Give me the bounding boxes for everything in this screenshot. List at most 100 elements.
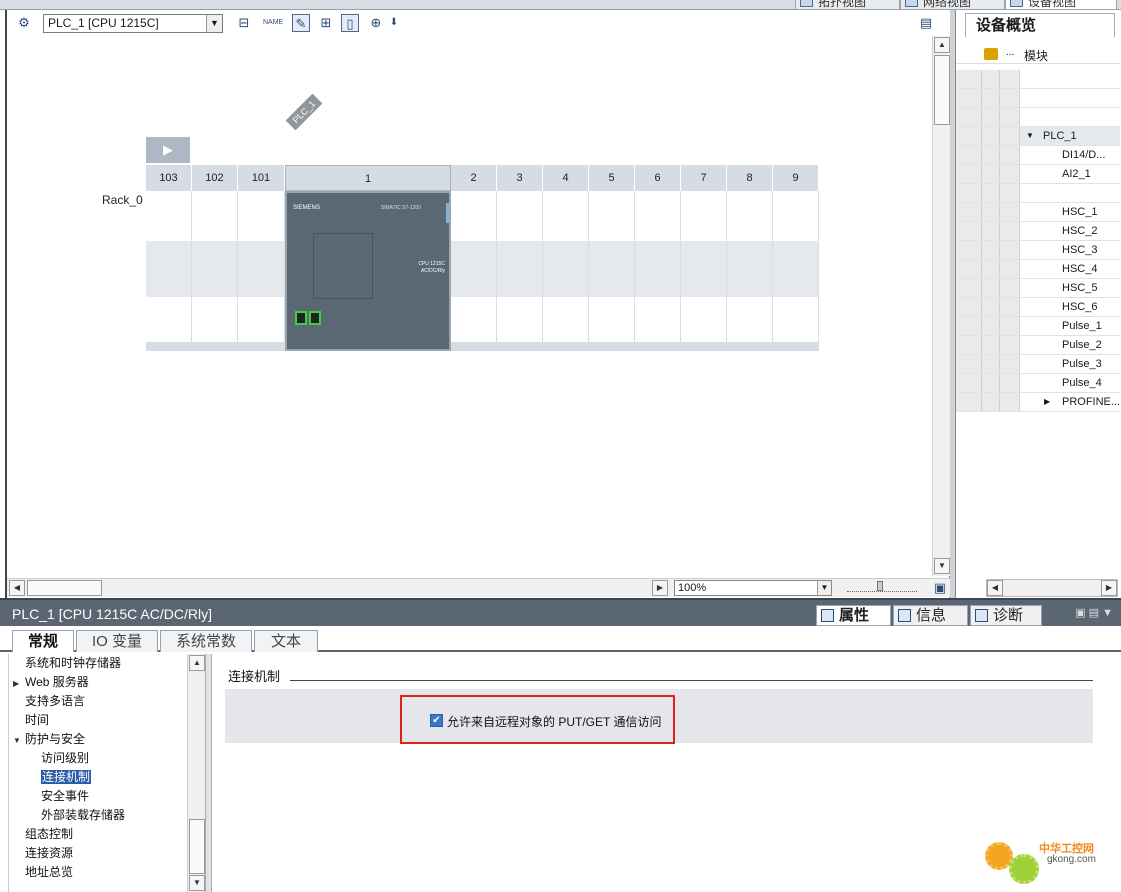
slot-header[interactable]: 9 bbox=[773, 165, 819, 191]
device-tree-icon[interactable]: ⚙ bbox=[15, 14, 33, 32]
tab-topology-view[interactable]: 拓扑视图 bbox=[795, 0, 900, 10]
scroll-thumb[interactable] bbox=[189, 819, 205, 874]
ethernet-port[interactable] bbox=[295, 311, 307, 325]
subtab-texts[interactable]: 文本 bbox=[254, 630, 318, 652]
nav-item[interactable]: 时间 bbox=[13, 711, 49, 730]
putget-checkbox[interactable]: ✔ bbox=[430, 714, 443, 727]
scroll-thumb[interactable] bbox=[934, 55, 950, 125]
overview-row[interactable] bbox=[956, 70, 1120, 89]
scroll-right-icon[interactable]: ▶ bbox=[1101, 580, 1117, 596]
overview-row[interactable]: HSC_6 bbox=[956, 298, 1120, 317]
nav-item[interactable]: 连接资源 bbox=[13, 844, 73, 863]
chevron-down-icon[interactable]: ▼ bbox=[1026, 127, 1034, 145]
overview-row[interactable] bbox=[956, 89, 1120, 108]
chevron-down-icon[interactable]: ▼ bbox=[817, 581, 831, 595]
slot-header[interactable]: 3 bbox=[497, 165, 543, 191]
overview-row[interactable]: Pulse_2 bbox=[956, 336, 1120, 355]
slot-header[interactable]: 102 bbox=[192, 165, 238, 191]
chevron-right-icon[interactable]: ▶ bbox=[13, 674, 25, 693]
tab-network-view[interactable]: 网络视图 bbox=[900, 0, 1005, 10]
overview-row[interactable]: Pulse_1 bbox=[956, 317, 1120, 336]
overview-row[interactable]: ▶ PROFINE... bbox=[956, 393, 1120, 412]
zoom-slider-knob[interactable] bbox=[877, 581, 883, 591]
draw-icon[interactable]: ✎ bbox=[292, 14, 310, 32]
empty-slot[interactable] bbox=[497, 191, 543, 351]
chevron-down-icon[interactable]: ▼ bbox=[13, 731, 25, 750]
scroll-left-icon[interactable]: ◀ bbox=[9, 580, 25, 596]
overview-row[interactable] bbox=[956, 108, 1120, 127]
nav-item[interactable]: 安全事件 bbox=[41, 787, 89, 806]
zoom-in-icon[interactable]: ⊕ bbox=[367, 14, 385, 32]
tab-info[interactable]: 信息 bbox=[893, 605, 968, 626]
subtab-io-tags[interactable]: IO 变量 bbox=[76, 630, 158, 652]
nav-item[interactable]: ▼ 防护与安全 bbox=[13, 730, 85, 749]
plc-name-tag[interactable]: PLC_1 bbox=[285, 93, 323, 131]
slot-header[interactable]: 1 bbox=[285, 165, 451, 191]
tab-diagnostics[interactable]: 诊断 bbox=[970, 605, 1042, 626]
empty-slot[interactable] bbox=[681, 191, 727, 351]
nav-item[interactable]: 地址总览 bbox=[13, 863, 73, 882]
subtab-system-constants[interactable]: 系统常数 bbox=[160, 630, 252, 652]
scroll-down-icon[interactable]: ▼ bbox=[934, 558, 950, 574]
empty-slot[interactable] bbox=[238, 191, 285, 351]
slot-header[interactable]: 4 bbox=[543, 165, 589, 191]
empty-slot[interactable] bbox=[192, 191, 238, 351]
nav-item[interactable]: 支持多语言 bbox=[13, 692, 85, 711]
slot-header[interactable]: 2 bbox=[451, 165, 497, 191]
empty-slot[interactable] bbox=[773, 191, 819, 351]
overview-row[interactable]: Pulse_3 bbox=[956, 355, 1120, 374]
nav-scrollbar[interactable]: ▲ ▼ bbox=[187, 654, 205, 892]
nav-item[interactable]: 外部装载存储器 bbox=[41, 806, 125, 825]
empty-slot[interactable] bbox=[727, 191, 773, 351]
slot-header[interactable]: 8 bbox=[727, 165, 773, 191]
overview-horizontal-scrollbar[interactable]: ◀ ▶ bbox=[986, 579, 1118, 597]
tab-device-view[interactable]: 设备视图 bbox=[1005, 0, 1117, 10]
more-icon[interactable]: ... bbox=[1006, 47, 1014, 58]
panel-icon[interactable]: ▯ bbox=[341, 14, 359, 32]
ethernet-port[interactable] bbox=[309, 311, 321, 325]
nav-splitter[interactable] bbox=[205, 654, 212, 892]
slot-header[interactable]: 7 bbox=[681, 165, 727, 191]
canvas-vertical-scrollbar[interactable]: ▲ ▼ bbox=[932, 36, 950, 576]
overview-row[interactable]: ▼ PLC_1 bbox=[956, 127, 1120, 146]
overview-row[interactable] bbox=[956, 184, 1120, 203]
nav-item[interactable]: 连接机制 bbox=[41, 768, 92, 787]
scroll-left-icon[interactable]: ◀ bbox=[987, 580, 1003, 596]
scroll-up-icon[interactable]: ▲ bbox=[934, 37, 950, 53]
putget-checkbox-label[interactable]: 允许来自远程对象的 PUT/GET 通信访问 bbox=[447, 713, 661, 730]
overview-row[interactable]: HSC_4 bbox=[956, 260, 1120, 279]
grid-icon[interactable]: ⊞ bbox=[317, 14, 335, 32]
empty-slot[interactable] bbox=[543, 191, 589, 351]
scroll-right-icon[interactable]: ▶ bbox=[652, 580, 668, 596]
scroll-up-icon[interactable]: ▲ bbox=[189, 655, 205, 671]
subtab-general[interactable]: 常规 bbox=[12, 630, 74, 652]
nav-item[interactable]: 组态控制 bbox=[13, 825, 73, 844]
slot-header[interactable]: 101 bbox=[238, 165, 285, 191]
window-controls[interactable]: ▣ ▤ ▼ bbox=[1075, 606, 1113, 619]
chevron-right-icon[interactable]: ▶ bbox=[1044, 393, 1050, 411]
arrow-down-icon[interactable]: ⬇ bbox=[385, 14, 403, 32]
empty-slot[interactable] bbox=[146, 191, 192, 351]
overview-row[interactable]: HSC_2 bbox=[956, 222, 1120, 241]
nav-item[interactable]: 访问级别 bbox=[41, 749, 89, 768]
overview-row[interactable]: HSC_3 bbox=[956, 241, 1120, 260]
rack-view-icon[interactable]: ⊟ bbox=[235, 14, 253, 32]
device-select[interactable]: PLC_1 [CPU 1215C] ▼ bbox=[43, 14, 223, 33]
zoom-slider[interactable] bbox=[847, 581, 917, 592]
empty-slot[interactable] bbox=[635, 191, 681, 351]
empty-slot[interactable] bbox=[451, 191, 497, 351]
overview-row[interactable]: AI2_1 bbox=[956, 165, 1120, 184]
overview-row[interactable]: HSC_1 bbox=[956, 203, 1120, 222]
overview-row[interactable]: DI14/D... bbox=[956, 146, 1120, 165]
slot-header[interactable]: 6 bbox=[635, 165, 681, 191]
module-column-header[interactable]: 模块 bbox=[1024, 47, 1048, 64]
nav-item[interactable]: ▶ Web 服务器 bbox=[13, 673, 89, 692]
expand-rack-icon[interactable]: ▶ bbox=[146, 137, 190, 163]
scroll-down-icon[interactable]: ▼ bbox=[189, 875, 205, 891]
fit-view-icon[interactable]: ▣ bbox=[932, 579, 948, 595]
empty-slot[interactable] bbox=[589, 191, 635, 351]
slot-header[interactable]: 5 bbox=[589, 165, 635, 191]
chevron-down-icon[interactable]: ▼ bbox=[206, 15, 222, 32]
tab-properties[interactable]: 属性 bbox=[816, 605, 891, 626]
show-names-icon[interactable]: NAME bbox=[263, 14, 283, 32]
